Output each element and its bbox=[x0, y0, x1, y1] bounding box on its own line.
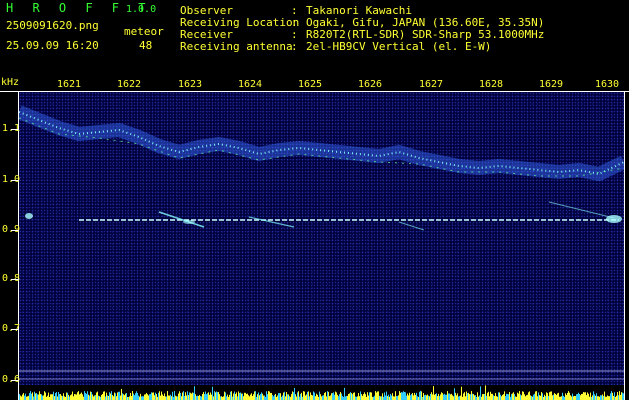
time-tick-label: 1630 bbox=[594, 79, 620, 90]
time-tick-label: 1621 bbox=[56, 79, 82, 90]
info-sep: : bbox=[291, 40, 298, 53]
freq-tick bbox=[11, 279, 19, 280]
app-version: 1.0.0 bbox=[126, 4, 157, 15]
meteor-echo-spot bbox=[606, 215, 622, 223]
meteor-echo-spot bbox=[25, 213, 33, 219]
time-tick-label: 1626 bbox=[357, 79, 383, 90]
meteor-echo bbox=[548, 201, 615, 219]
time-tick-label: 1627 bbox=[418, 79, 444, 90]
time-tick-label: 1628 bbox=[478, 79, 504, 90]
time-tick-label: 1622 bbox=[116, 79, 142, 90]
noise-level-bar bbox=[19, 385, 624, 400]
meteor-label: meteor bbox=[124, 25, 164, 38]
noise-level-graph bbox=[19, 385, 624, 400]
meteor-echo bbox=[248, 216, 295, 228]
right-axis-line bbox=[624, 92, 625, 400]
freq-tick bbox=[11, 329, 19, 330]
meteor-echo-spot bbox=[183, 220, 195, 224]
time-tick-label: 1624 bbox=[237, 79, 263, 90]
spectrogram-signals bbox=[19, 105, 624, 380]
freq-tick bbox=[11, 180, 19, 181]
info-value-antenna: 2el-HB9CV Vertical (el. E-W) bbox=[306, 40, 492, 53]
spectrogram bbox=[19, 92, 624, 385]
khz-unit-label: kHz bbox=[1, 77, 20, 88]
freq-tick bbox=[11, 129, 19, 130]
file-name: 2509091620.png bbox=[6, 19, 99, 32]
time-tick-label: 1623 bbox=[177, 79, 203, 90]
meteor-count: 48 bbox=[139, 39, 153, 52]
meteor-echo bbox=[398, 221, 425, 231]
freq-tick bbox=[11, 380, 19, 381]
timestamp: 25.09.09 16:20 bbox=[6, 39, 99, 52]
freq-tick bbox=[11, 230, 19, 231]
time-tick-label: 1625 bbox=[297, 79, 323, 90]
info-label-antenna: Receiving antenna bbox=[180, 40, 293, 53]
drift-signal-band bbox=[19, 105, 624, 182]
time-tick-label: 1629 bbox=[538, 79, 564, 90]
